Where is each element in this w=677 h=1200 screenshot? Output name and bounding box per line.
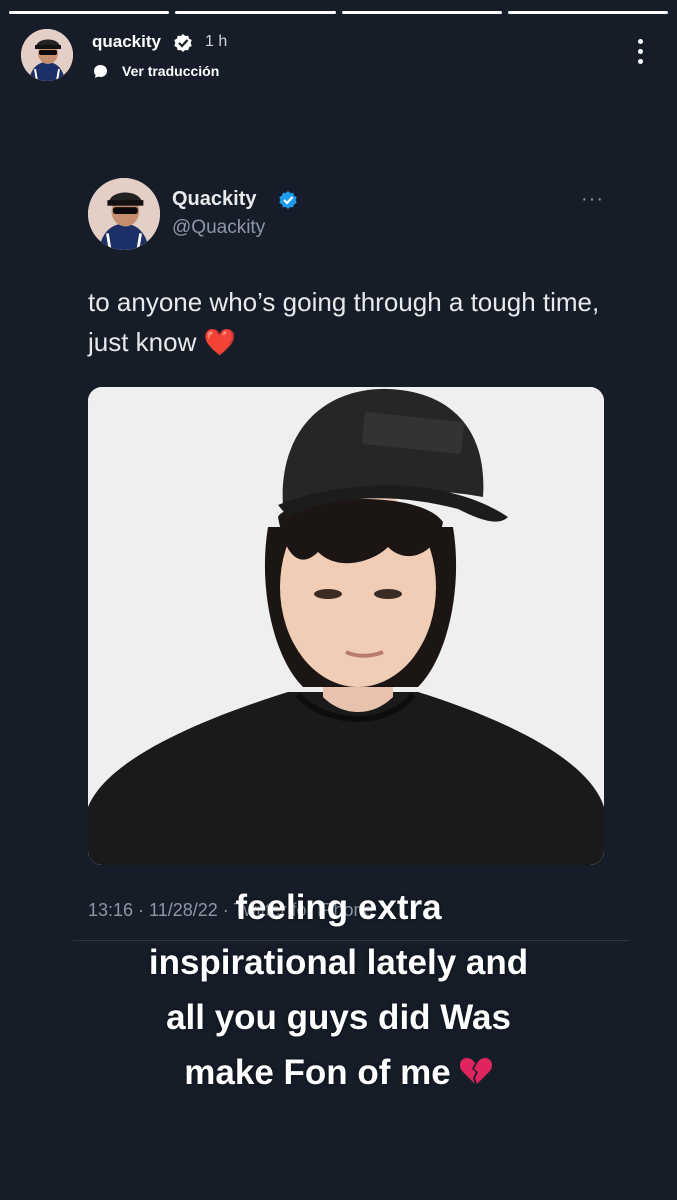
more-options-icon[interactable] (636, 39, 644, 71)
caption-line: inspirational lately and (148, 943, 529, 982)
story-time: 1 h (205, 33, 228, 50)
red-heart-icon: ❤️ (203, 327, 236, 357)
story-caption: feeling extra inspirational lately and a… (0, 880, 677, 1100)
tweet-avatar (88, 178, 160, 250)
tweet-photo (88, 387, 604, 865)
chat-bubble-icon (94, 64, 107, 78)
caption-line: all you guys did Was (166, 998, 511, 1037)
tweet-text: to anyone who’s going through a tough ti… (88, 282, 608, 362)
story-avatar[interactable] (21, 29, 73, 81)
story-segment (175, 11, 336, 14)
tweet-author-handle: @Quackity (172, 217, 266, 238)
caption-line-last: make Fon of me (0, 1045, 677, 1100)
story-segment (507, 11, 668, 14)
story-segment (341, 11, 502, 14)
story-username[interactable]: quackity (92, 32, 161, 52)
verified-badge-icon (174, 34, 192, 52)
story-header: quackity 1 h Ver traducción (21, 29, 656, 85)
broken-heart-icon (459, 1058, 492, 1084)
see-translation-label: Ver traducción (122, 63, 220, 79)
story-progress-bar (9, 11, 668, 14)
tweet-author-name: Quackity (172, 188, 257, 210)
tweet-more-icon: ··· (581, 188, 604, 210)
see-translation-button[interactable]: Ver traducción (93, 63, 219, 79)
twitter-verified-icon (279, 191, 297, 209)
caption-line: make Fon of me (184, 1053, 451, 1092)
story-segment (9, 11, 170, 14)
caption-line: feeling extra (235, 888, 442, 927)
tweet-text-content: to anyone who’s going through a tough ti… (88, 287, 600, 357)
